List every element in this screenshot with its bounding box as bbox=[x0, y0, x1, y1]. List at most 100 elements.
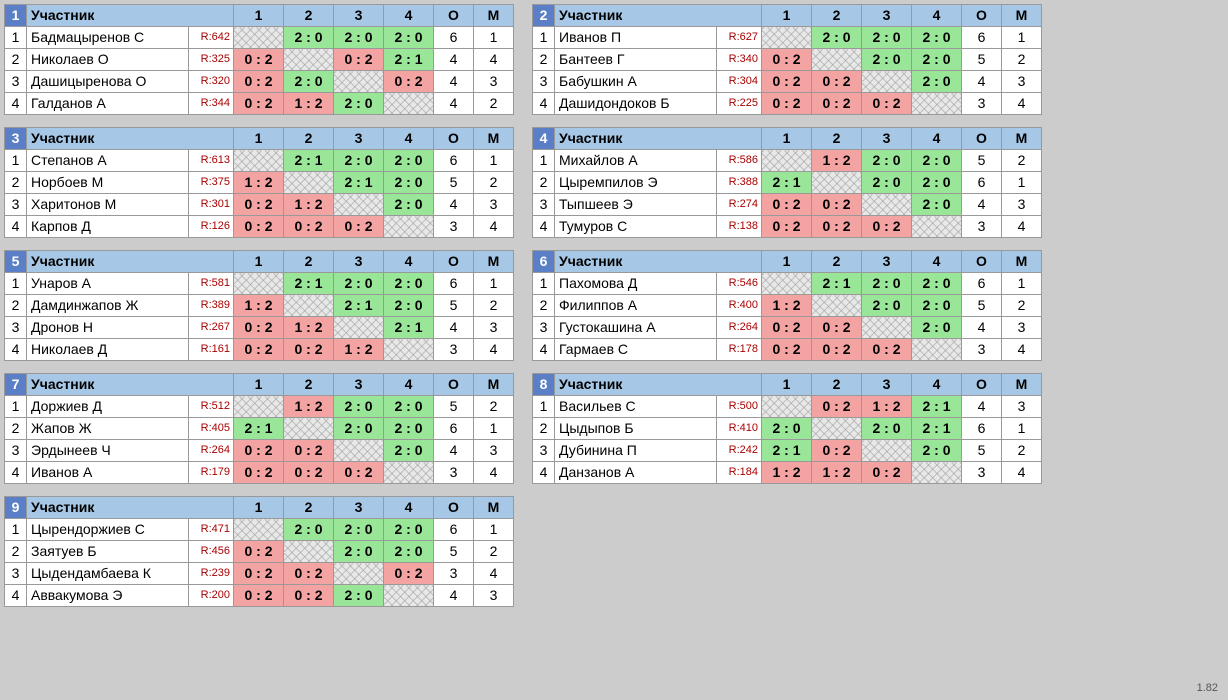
score-cell: 0 : 2 bbox=[812, 93, 862, 115]
player-row: 3Дронов НR:2670 : 21 : 22 : 143 bbox=[5, 317, 514, 339]
round-header: 3 bbox=[334, 128, 384, 150]
group-table: 6Участник1234ОМ1Пахомова ДR:5462 : 12 : … bbox=[532, 250, 1042, 361]
score-self bbox=[284, 172, 334, 194]
player-row: 1Цырендоржиев СR:4712 : 02 : 02 : 061 bbox=[5, 519, 514, 541]
score-cell: 0 : 2 bbox=[862, 339, 912, 361]
score-self bbox=[762, 150, 812, 172]
player-name: Филиппов А bbox=[555, 295, 717, 317]
score-cell: 0 : 2 bbox=[234, 317, 284, 339]
player-name: Гармаев С bbox=[555, 339, 717, 361]
score-self bbox=[862, 440, 912, 462]
player-name: Николаев О bbox=[27, 49, 189, 71]
player-row: 3Тыпшеев ЭR:2740 : 20 : 22 : 043 bbox=[533, 194, 1042, 216]
participant-header: Участник bbox=[27, 128, 234, 150]
score-cell: 2 : 0 bbox=[284, 71, 334, 93]
group-header-row: 4Участник1234ОМ bbox=[533, 128, 1042, 150]
player-rating: R:340 bbox=[717, 49, 762, 71]
player-place: 1 bbox=[1002, 27, 1042, 49]
player-points: 6 bbox=[962, 273, 1002, 295]
player-name: Иванов П bbox=[555, 27, 717, 49]
score-cell: 2 : 0 bbox=[912, 150, 962, 172]
player-index: 4 bbox=[533, 462, 555, 484]
score-cell: 0 : 2 bbox=[284, 585, 334, 607]
score-cell: 2 : 0 bbox=[862, 295, 912, 317]
player-row: 4Карпов ДR:1260 : 20 : 20 : 234 bbox=[5, 216, 514, 238]
player-points: 4 bbox=[962, 317, 1002, 339]
player-name: Бадмацыренов С bbox=[27, 27, 189, 49]
round-header: 4 bbox=[384, 374, 434, 396]
player-points: 6 bbox=[962, 172, 1002, 194]
player-index: 3 bbox=[533, 440, 555, 462]
score-self bbox=[234, 150, 284, 172]
score-self bbox=[384, 339, 434, 361]
player-index: 1 bbox=[533, 273, 555, 295]
score-self bbox=[862, 194, 912, 216]
player-place: 2 bbox=[1002, 440, 1042, 462]
score-self bbox=[862, 71, 912, 93]
player-rating: R:627 bbox=[717, 27, 762, 49]
participant-header: Участник bbox=[555, 374, 762, 396]
group-header-row: 8Участник1234ОМ bbox=[533, 374, 1042, 396]
score-self bbox=[812, 49, 862, 71]
player-index: 2 bbox=[5, 541, 27, 563]
score-cell: 2 : 1 bbox=[284, 150, 334, 172]
score-cell: 0 : 2 bbox=[234, 339, 284, 361]
player-place: 3 bbox=[474, 71, 514, 93]
player-row: 1Степанов АR:6132 : 12 : 02 : 061 bbox=[5, 150, 514, 172]
group-header-row: 2Участник1234ОМ bbox=[533, 5, 1042, 27]
round-header: 3 bbox=[862, 5, 912, 27]
group-header-row: 6Участник1234ОМ bbox=[533, 251, 1042, 273]
player-rating: R:301 bbox=[189, 194, 234, 216]
score-cell: 2 : 0 bbox=[912, 317, 962, 339]
score-cell: 2 : 0 bbox=[912, 27, 962, 49]
player-place: 3 bbox=[1002, 194, 1042, 216]
player-index: 3 bbox=[5, 194, 27, 216]
score-self bbox=[334, 440, 384, 462]
score-cell: 2 : 0 bbox=[912, 295, 962, 317]
round-header: 3 bbox=[862, 251, 912, 273]
score-cell: 2 : 0 bbox=[334, 519, 384, 541]
player-name: Цыремпилов Э bbox=[555, 172, 717, 194]
player-name: Бабушкин А bbox=[555, 71, 717, 93]
score-cell: 1 : 2 bbox=[284, 396, 334, 418]
player-name: Заятуев Б bbox=[27, 541, 189, 563]
player-place: 1 bbox=[474, 519, 514, 541]
score-cell: 2 : 0 bbox=[334, 396, 384, 418]
group-table: 4Участник1234ОМ1Михайлов АR:5861 : 22 : … bbox=[532, 127, 1042, 238]
player-index: 1 bbox=[5, 150, 27, 172]
score-cell: 2 : 1 bbox=[384, 317, 434, 339]
place-header: М bbox=[474, 5, 514, 27]
score-cell: 2 : 1 bbox=[384, 49, 434, 71]
player-points: 3 bbox=[434, 462, 474, 484]
player-points: 3 bbox=[962, 93, 1002, 115]
score-cell: 2 : 0 bbox=[334, 418, 384, 440]
participant-header: Участник bbox=[555, 128, 762, 150]
score-self bbox=[234, 27, 284, 49]
round-header: 3 bbox=[334, 5, 384, 27]
group-number-header: 3 bbox=[5, 128, 27, 150]
player-row: 4Иванов АR:1790 : 20 : 20 : 234 bbox=[5, 462, 514, 484]
score-self bbox=[284, 418, 334, 440]
player-index: 2 bbox=[5, 295, 27, 317]
score-cell: 1 : 2 bbox=[812, 150, 862, 172]
score-cell: 0 : 2 bbox=[762, 194, 812, 216]
player-points: 5 bbox=[434, 295, 474, 317]
score-cell: 0 : 2 bbox=[812, 216, 862, 238]
player-row: 2Дамдинжапов ЖR:3891 : 22 : 12 : 052 bbox=[5, 295, 514, 317]
participant-header: Участник bbox=[27, 251, 234, 273]
player-rating: R:304 bbox=[717, 71, 762, 93]
score-cell: 2 : 0 bbox=[384, 27, 434, 49]
score-cell: 2 : 0 bbox=[384, 418, 434, 440]
score-cell: 2 : 0 bbox=[334, 93, 384, 115]
score-cell: 2 : 0 bbox=[862, 150, 912, 172]
place-header: М bbox=[474, 128, 514, 150]
score-cell: 2 : 0 bbox=[334, 541, 384, 563]
player-name: Густокашина А bbox=[555, 317, 717, 339]
player-rating: R:471 bbox=[189, 519, 234, 541]
player-points: 5 bbox=[434, 172, 474, 194]
player-points: 6 bbox=[434, 418, 474, 440]
points-header: О bbox=[962, 128, 1002, 150]
score-cell: 0 : 2 bbox=[284, 440, 334, 462]
score-self bbox=[762, 396, 812, 418]
place-header: М bbox=[1002, 251, 1042, 273]
